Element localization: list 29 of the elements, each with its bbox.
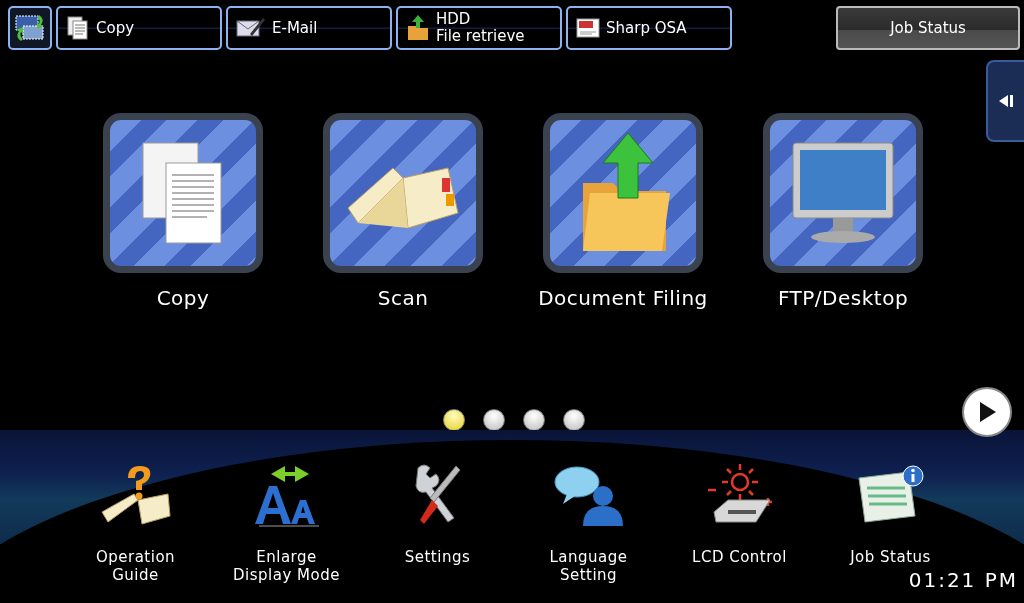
collapse-arrow-icon: [998, 94, 1014, 108]
app-logo-icon: [576, 18, 600, 38]
folder-arrow-icon: [406, 14, 430, 42]
app-tile[interactable]: [543, 113, 703, 273]
shortcut-button[interactable]: HDD File retrieve: [396, 6, 562, 50]
shortcut-button[interactable]: Copy: [56, 6, 222, 50]
app-tile[interactable]: [763, 113, 923, 273]
play-arrow-icon: [977, 401, 997, 423]
dock-button[interactable]: LCD Control: [664, 450, 815, 566]
dock-button[interactable]: Settings: [362, 450, 513, 566]
dock-button[interactable]: Job Status: [815, 450, 966, 566]
shortcut-button[interactable]: E-Mail: [226, 6, 392, 50]
envelope-pen-icon: [236, 16, 266, 40]
tile-label: Document Filing: [538, 285, 708, 312]
documents-icon: [66, 15, 90, 41]
app-tile[interactable]: [103, 113, 263, 273]
tile-label: Copy: [156, 285, 210, 312]
dock-button[interactable]: Enlarge Display Mode: [211, 450, 362, 584]
app-tile[interactable]: [323, 113, 483, 273]
dock-button[interactable]: Operation Guide: [60, 450, 211, 584]
next-page-button[interactable]: [962, 387, 1012, 437]
tile-label: FTP/Desktop: [777, 285, 909, 312]
shortcut-button[interactable]: Sharp OSA: [566, 6, 732, 50]
dock-button[interactable]: Language Setting: [513, 450, 664, 584]
clock-time: 01:21 PM: [908, 567, 1018, 594]
job-status-button[interactable]: Job Status: [836, 6, 1020, 50]
mode-switch-button[interactable]: [8, 6, 52, 50]
tile-label: Scan: [377, 285, 429, 312]
side-panel-tab[interactable]: [986, 60, 1024, 142]
